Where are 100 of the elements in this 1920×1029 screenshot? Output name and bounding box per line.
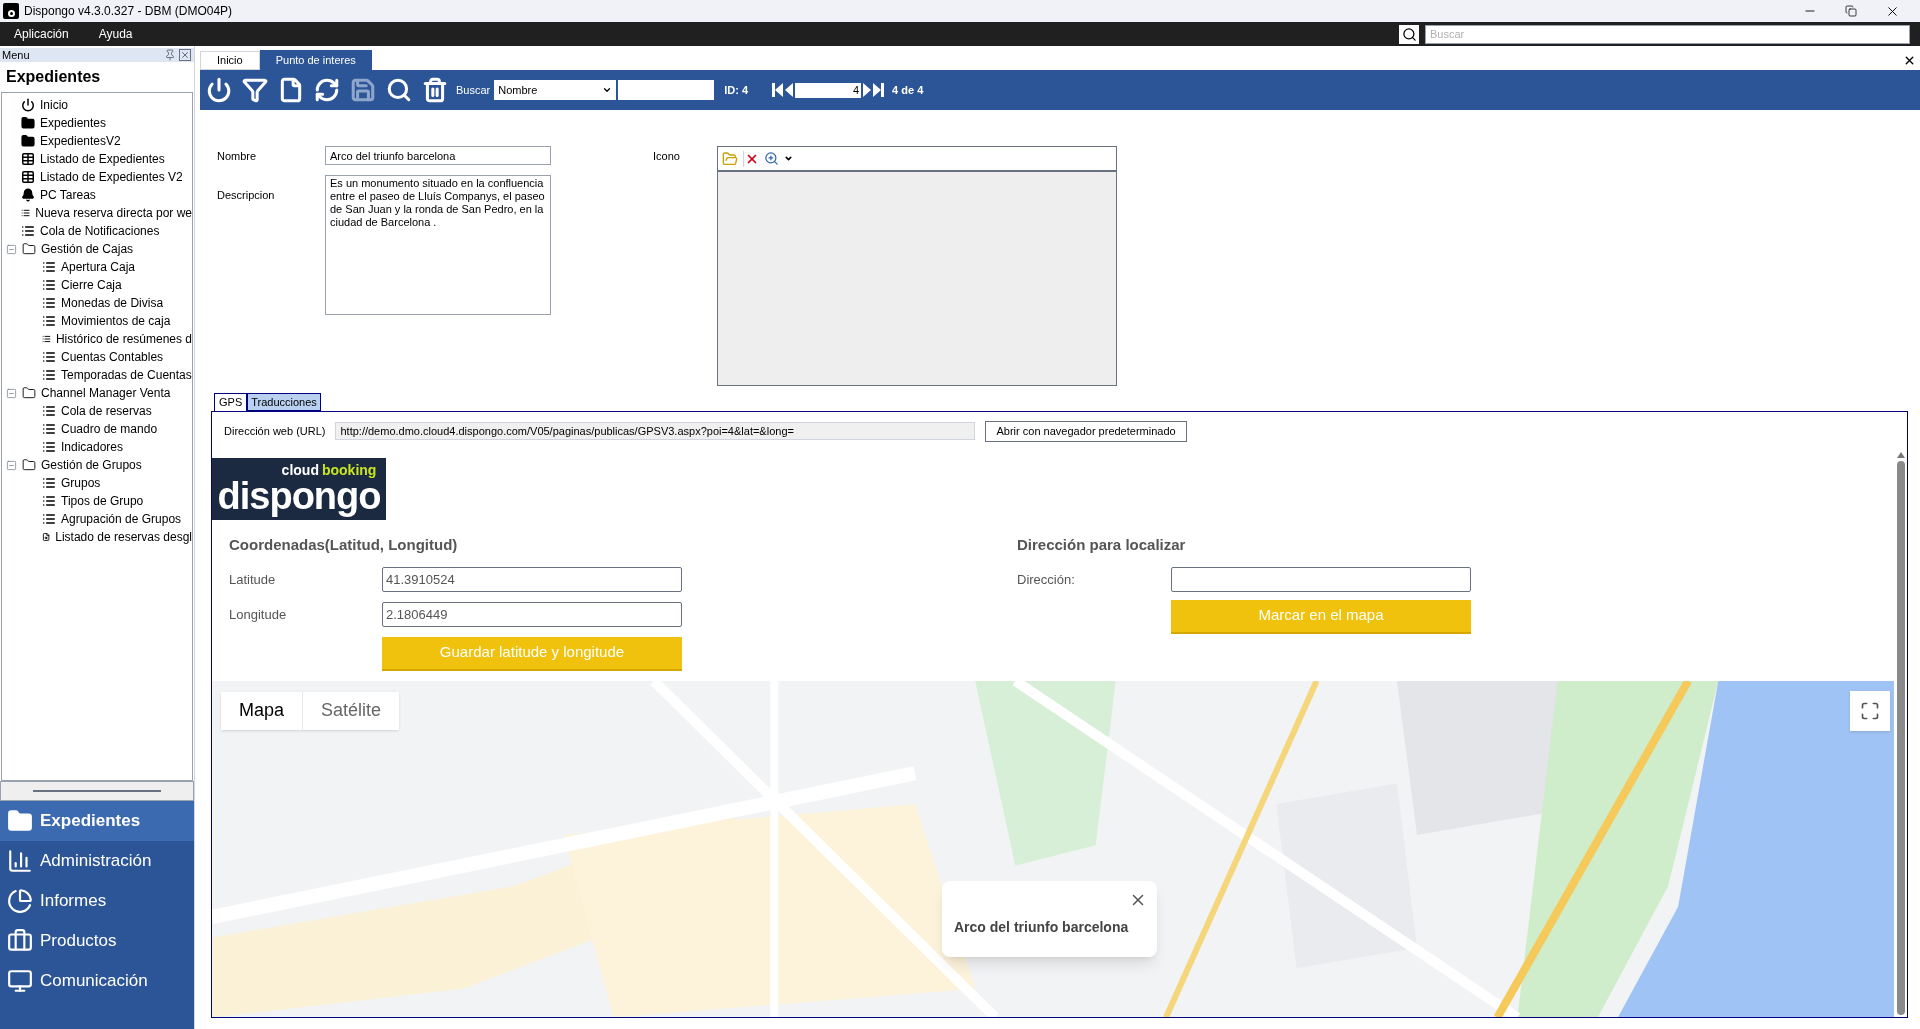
navigation-item[interactable]: Expedientes xyxy=(0,801,194,841)
tree-item[interactable]: Cola de reservas xyxy=(61,402,152,420)
document-search-icon xyxy=(42,530,51,544)
tree-item[interactable]: Apertura Caja xyxy=(61,258,136,276)
navigation-item[interactable]: Informes xyxy=(0,881,194,921)
tree-item[interactable]: PC Tareas xyxy=(40,186,96,204)
collapse-icon[interactable] xyxy=(6,459,17,471)
tree-item[interactable]: Inicio xyxy=(40,96,68,114)
folder-icon xyxy=(22,458,36,472)
list-icon xyxy=(42,476,56,490)
tree-item[interactable]: Listado de reservas desgl xyxy=(55,528,192,546)
tree-item[interactable]: Temporadas de Cuentas xyxy=(61,366,192,384)
tab[interactable]: GPS xyxy=(214,393,248,411)
folder-icon xyxy=(21,116,35,130)
url-field[interactable]: http://demo.dmo.cloud4.dispongo.com/V05/paginas/publicas/GPSV3.aspx?poi=4&lat=&long= xyxy=(335,422,976,440)
new-document-icon[interactable] xyxy=(278,77,304,103)
power-icon xyxy=(21,98,35,112)
list-icon xyxy=(42,404,56,418)
tree-item[interactable]: Indicadores xyxy=(61,438,124,456)
tree-item[interactable]: Grupos xyxy=(61,474,101,492)
name-field[interactable]: Arco del triunfo barcelona xyxy=(325,146,551,165)
folder-icon xyxy=(21,134,35,148)
list-icon xyxy=(42,422,56,436)
search-icon[interactable] xyxy=(386,77,412,103)
tree-item[interactable]: Histórico de resúmenes d xyxy=(55,330,192,348)
search-button[interactable] xyxy=(1399,24,1419,44)
sidebar-title: Expedientes xyxy=(6,67,102,87)
navigation-item[interactable]: Comunicación xyxy=(0,961,194,1001)
window-title: Dispongo v4.3.0.327 - DBM (DMO04P) xyxy=(24,3,233,20)
splitter-handle[interactable] xyxy=(33,790,161,792)
tree-item[interactable]: Listado de Expedientes V2 xyxy=(40,168,183,186)
folder-icon xyxy=(22,242,36,256)
field-label: Descripcion xyxy=(217,187,276,203)
folder-icon xyxy=(6,808,34,834)
tree-item[interactable]: Monedas de Divisa xyxy=(61,294,164,312)
menu-item[interactable]: Aplicación xyxy=(14,25,69,43)
record-count: 4 de 4 xyxy=(892,82,924,98)
caret-icon[interactable] xyxy=(602,85,613,95)
tree-item[interactable]: Cola de Notificaciones xyxy=(40,222,160,240)
latitude-field[interactable]: 41.3910524 xyxy=(382,567,682,592)
vertical-scrollbar[interactable] xyxy=(1894,450,1907,1017)
list-icon xyxy=(42,260,56,274)
folder-icon xyxy=(22,386,36,400)
filter-icon[interactable] xyxy=(242,77,268,103)
menu-item[interactable]: Ayuda xyxy=(98,25,133,43)
search-field[interactable]: Buscar xyxy=(1425,24,1910,44)
tree-item[interactable]: Nueva reserva directa por we xyxy=(35,204,192,222)
last-record-icon[interactable] xyxy=(873,83,885,97)
restore-icon[interactable] xyxy=(1845,5,1857,17)
field-label: Dirección: xyxy=(1017,570,1076,589)
briefcase-icon xyxy=(6,928,34,954)
close-icon[interactable] xyxy=(1903,54,1916,67)
tree-item[interactable]: Gestión de Cajas xyxy=(41,240,134,258)
map-type-button[interactable]: Satélite xyxy=(302,691,400,730)
zoom-icon[interactable] xyxy=(764,151,779,166)
scroll-up-icon[interactable] xyxy=(1896,452,1905,458)
fullscreen-button[interactable] xyxy=(1850,690,1890,731)
tree-item[interactable]: Cierre Caja xyxy=(61,276,122,294)
collapse-icon[interactable] xyxy=(6,243,17,255)
panel-header: Menu xyxy=(2,47,30,63)
map-type-button[interactable]: Mapa xyxy=(221,691,303,730)
longitude-field[interactable]: 2.1806449 xyxy=(382,602,682,627)
tree-item[interactable]: Listado de Expedientes xyxy=(40,150,165,168)
table-icon xyxy=(21,170,35,184)
table-icon xyxy=(21,152,35,166)
dispongo-logo: cloud booking dispongo xyxy=(212,458,386,520)
tree-item[interactable]: Channel Manager Venta xyxy=(41,384,171,402)
collapse-icon[interactable] xyxy=(6,387,17,399)
section-title: Coordenadas(Latitud, Longitud) xyxy=(229,535,459,555)
tree-item[interactable]: Agrupación de Grupos xyxy=(61,510,182,528)
first-record-icon[interactable] xyxy=(772,83,784,97)
navigation-item[interactable]: Administración xyxy=(0,841,194,881)
open-browser-button[interactable]: Abrir con navegador predeterminado xyxy=(985,420,1187,442)
delete-icon[interactable] xyxy=(743,150,759,167)
tree-item[interactable]: Gestión de Grupos xyxy=(41,456,142,474)
tab[interactable]: Traducciones xyxy=(247,393,321,411)
description-field[interactable]: Es un monumento situado en la confluencia entre el paseo de Lluís Companys, el paseo de San Juan y la ronda de San Pedro, en la ciudad de Barcelona . xyxy=(325,175,551,315)
tree-item[interactable]: Tipos de Grupo xyxy=(61,492,144,510)
tree-item[interactable]: ExpedientesV2 xyxy=(40,132,121,150)
navigation-item[interactable]: Productos xyxy=(0,921,194,961)
fullscreen-icon xyxy=(1860,700,1880,721)
tree-item[interactable]: Cuadro de mando xyxy=(61,420,158,438)
refresh-icon[interactable] xyxy=(314,77,340,103)
caret-icon[interactable] xyxy=(784,154,793,163)
tab[interactable]: Inicio xyxy=(200,51,260,70)
list-icon xyxy=(42,350,56,364)
power-icon[interactable] xyxy=(206,77,232,103)
pin-icon[interactable] xyxy=(164,49,176,61)
list-icon xyxy=(42,440,56,454)
field-label: Nombre xyxy=(217,149,258,164)
tab[interactable]: Punto de interes xyxy=(259,50,372,70)
search-field-dropdown[interactable]: Nombre xyxy=(494,80,617,100)
address-field[interactable] xyxy=(1171,567,1471,592)
tree-item[interactable]: Movimientos de caja xyxy=(61,312,171,330)
monitor-icon xyxy=(6,968,34,994)
search-value-field[interactable] xyxy=(618,80,715,100)
trash-icon[interactable] xyxy=(422,77,448,103)
search-label: Buscar xyxy=(456,82,491,98)
tree-item[interactable]: Expedientes xyxy=(40,114,107,132)
tree-item[interactable]: Cuentas Contables xyxy=(61,348,164,366)
